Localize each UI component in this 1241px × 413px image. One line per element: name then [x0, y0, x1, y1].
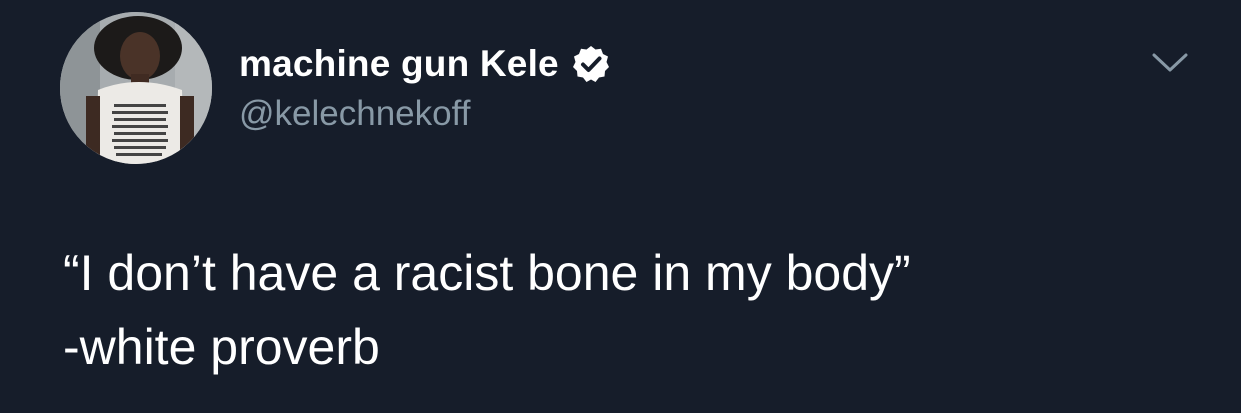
author-block[interactable]: machine gun Kele @kelechnekoff	[239, 36, 611, 134]
tweet-text-line: -white proverb	[63, 319, 380, 375]
avatar[interactable]	[60, 12, 212, 164]
tweet-text-line: “I don’t have a racist bone in my body”	[63, 245, 911, 301]
display-name[interactable]: machine gun Kele	[239, 43, 559, 85]
tweet: machine gun Kele @kelechnekoff “I don’t …	[0, 0, 1241, 413]
name-row: machine gun Kele	[239, 36, 611, 92]
avatar-photo	[60, 12, 212, 164]
chevron-down-icon[interactable]	[1150, 50, 1190, 76]
tweet-text: “I don’t have a racist bone in my body” …	[63, 236, 911, 384]
verified-badge-icon	[572, 46, 609, 82]
user-handle[interactable]: @kelechnekoff	[239, 94, 611, 134]
